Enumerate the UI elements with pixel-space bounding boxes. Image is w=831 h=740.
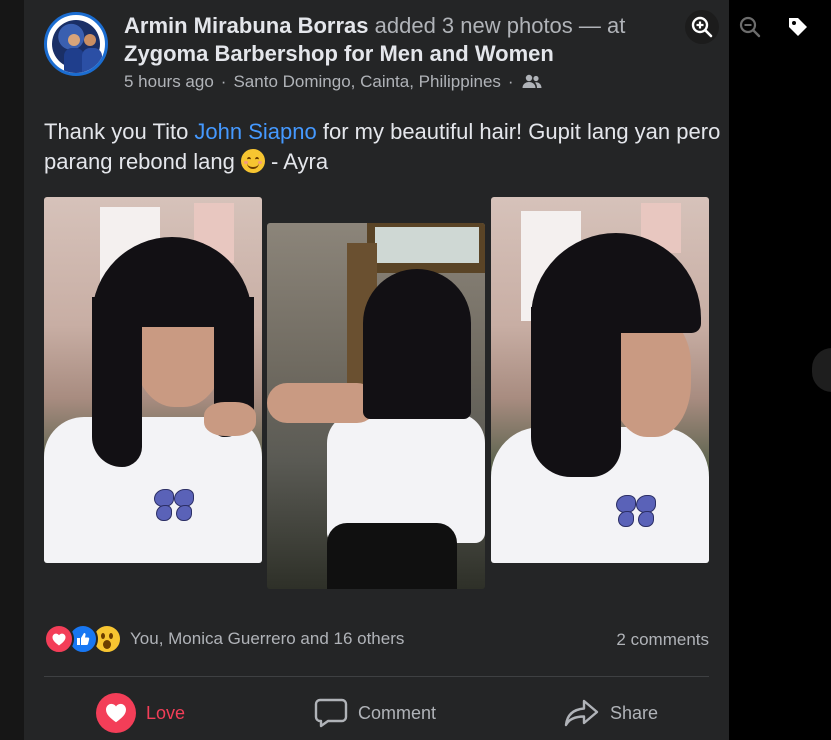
reaction-text[interactable]: You, Monica Guerrero and 16 others (130, 629, 404, 649)
post-time[interactable]: 5 hours ago (124, 72, 214, 92)
share-button-label: Share (610, 702, 659, 723)
share-arrow-icon (564, 698, 600, 728)
photo-3[interactable] (491, 197, 709, 563)
tag-icon[interactable] (781, 10, 815, 44)
heart-icon (96, 693, 136, 733)
comment-bubble-icon (314, 698, 348, 728)
comments-count[interactable]: 2 comments (616, 630, 709, 650)
location-link[interactable]: Zygoma Barbershop for Men and Women (124, 41, 554, 66)
comment-button[interactable]: Comment (314, 690, 436, 736)
comment-button-label: Comment (358, 702, 437, 723)
avatar[interactable] (44, 12, 108, 76)
post-action-text: added 3 new photos — at (374, 13, 626, 38)
post-header: Armin Mirabuna Borras added 3 new photos… (124, 12, 664, 68)
mention-link[interactable]: John Siapno (194, 119, 316, 144)
meta-separator: · (220, 72, 227, 91)
post-card: Armin Mirabuna Borras added 3 new photos… (24, 0, 729, 740)
friends-icon[interactable] (521, 74, 543, 90)
meta-separator: · (507, 72, 514, 91)
love-button[interactable]: Love (96, 690, 185, 736)
zoom-out-icon[interactable] (733, 10, 767, 44)
photo-2[interactable] (267, 223, 485, 589)
avatar-image (52, 20, 102, 73)
post-meta: 5 hours ago · Santo Domingo, Cainta, Phi… (124, 72, 543, 92)
post-place[interactable]: Santo Domingo, Cainta, Philippines (233, 72, 500, 92)
photo-1[interactable] (44, 197, 262, 563)
love-button-label: Love (146, 702, 186, 723)
love-reaction-icon (44, 624, 74, 654)
caption-text: Thank you Tito (44, 119, 195, 144)
zoom-in-icon[interactable] (685, 10, 719, 44)
post-caption: Thank you Tito John Siapno for my beauti… (44, 117, 724, 177)
divider (44, 676, 709, 677)
author-name[interactable]: Armin Mirabuna Borras (124, 13, 369, 38)
left-margin (0, 0, 24, 740)
caption-signature: - Ayra (264, 149, 329, 174)
reaction-summary[interactable]: You, Monica Guerrero and 16 others (44, 624, 404, 654)
share-button[interactable]: Share (564, 690, 658, 736)
smiling-blush-emoji-icon (240, 149, 265, 173)
